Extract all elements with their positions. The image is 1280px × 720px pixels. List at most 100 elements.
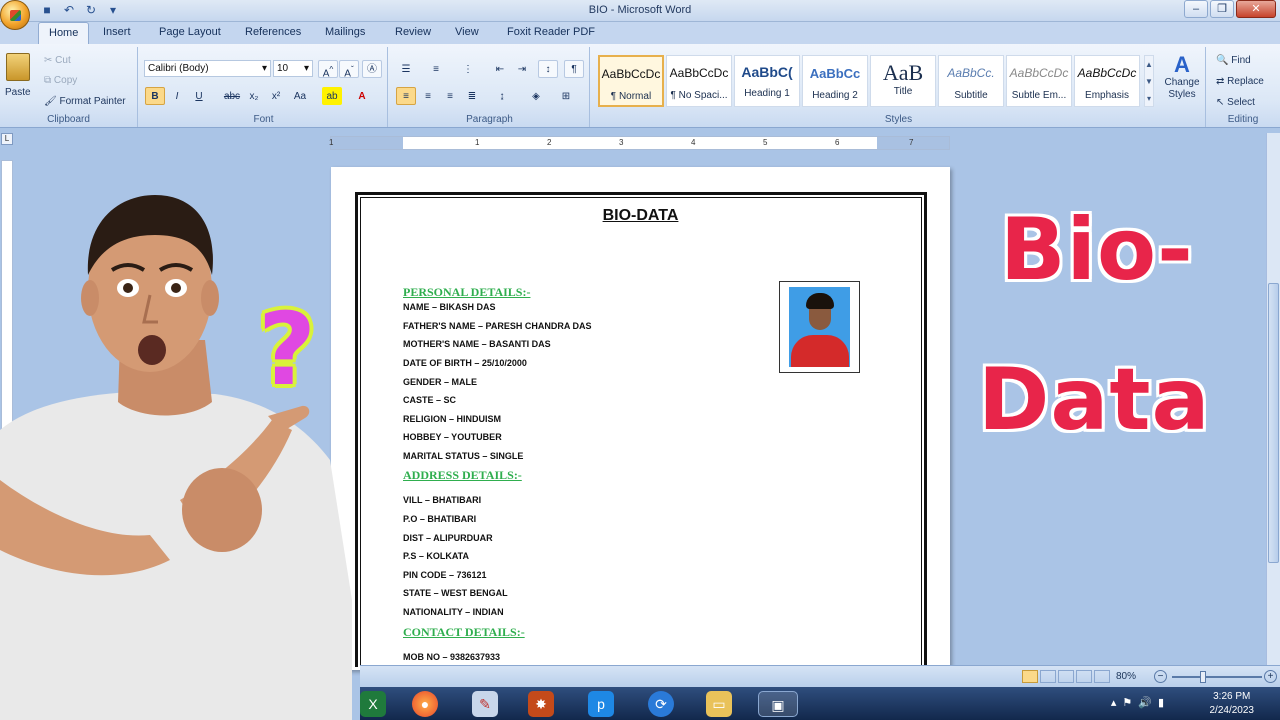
draft-icon[interactable] (1094, 670, 1110, 683)
sort-icon[interactable]: ↕ (538, 60, 558, 78)
styles-scroll[interactable]: ▲ ▼ ▾ (1144, 55, 1154, 107)
bullets-icon[interactable]: ☰ (396, 60, 416, 78)
paste-button[interactable]: Paste (5, 87, 31, 98)
tab-selector[interactable]: L (1, 133, 13, 145)
style-no-spacing[interactable]: AaBbCcDc ¶ No Spaci... (666, 55, 732, 107)
style-name: Emphasis (1085, 90, 1129, 101)
copy-label: Copy (53, 75, 78, 86)
scrollbar-thumb[interactable] (1268, 283, 1279, 563)
minimize-button[interactable]: – (1184, 0, 1208, 18)
style-subtle-emphasis[interactable]: AaBbCcDc Subtle Em... (1006, 55, 1072, 107)
italic-button[interactable]: I (167, 87, 187, 105)
restore-button[interactable]: ❐ (1210, 0, 1234, 18)
zoom-in-icon[interactable]: + (1264, 670, 1277, 683)
tab-review[interactable]: Review (395, 26, 431, 38)
system-tray[interactable]: ▴⚑🔊▮ (1111, 696, 1170, 709)
style-heading-1[interactable]: AaBbC( Heading 1 (734, 55, 800, 107)
tab-mailings[interactable]: Mailings (325, 26, 365, 38)
borders-icon[interactable]: ⊞ (556, 87, 576, 105)
change-styles-button[interactable]: A Change Styles (1162, 53, 1202, 101)
detail-line: STATE – WEST BENGAL (403, 588, 508, 598)
line-spacing-icon[interactable]: ↨ (492, 87, 512, 105)
picture-app-icon[interactable]: ▣ (758, 691, 798, 717)
network-icon[interactable]: ▮ (1158, 697, 1170, 709)
copy-button[interactable]: ⧉ Copy (44, 75, 77, 86)
multilevel-list-icon[interactable]: ⋮ (458, 60, 478, 78)
zoom-level[interactable]: 80% (1116, 671, 1136, 682)
style-normal[interactable]: AaBbCcDc ¶ Normal (598, 55, 664, 107)
detail-line: VILL – BHATIBARI (403, 495, 482, 505)
change-case-button[interactable]: Aa (290, 87, 310, 105)
full-screen-reading-icon[interactable] (1040, 670, 1056, 683)
paste-icon[interactable] (6, 53, 30, 81)
tray-up-icon[interactable]: ▴ (1111, 697, 1123, 709)
font-color-icon[interactable]: A (352, 87, 372, 105)
select-button[interactable]: ↖ Select (1216, 97, 1255, 108)
superscript-button[interactable]: x² (266, 87, 286, 105)
web-layout-icon[interactable] (1058, 670, 1074, 683)
format-painter-button[interactable]: 🖌 Format Painter (44, 96, 126, 107)
tab-page-layout[interactable]: Page Layout (159, 26, 221, 38)
volume-icon[interactable]: 🔊 (1138, 697, 1158, 709)
folder-icon[interactable]: ▭ (706, 691, 732, 717)
clock[interactable]: 3:26 PM 2/24/2023 (1210, 690, 1255, 718)
vertical-scrollbar[interactable] (1266, 133, 1280, 665)
style-title[interactable]: AaB Title (870, 55, 936, 107)
style-subtitle[interactable]: AaBbCc. Subtitle (938, 55, 1004, 107)
strikethrough-button[interactable]: abc (222, 87, 242, 105)
font-name-dropdown[interactable]: Calibri (Body) ▾ (144, 60, 271, 77)
outline-icon[interactable] (1076, 670, 1092, 683)
subscript-button[interactable]: x₂ (244, 87, 264, 105)
tab-references[interactable]: References (245, 26, 301, 38)
ribbon-tabs: Home Insert Page Layout References Maili… (0, 22, 1280, 44)
close-button[interactable]: ✕ (1236, 0, 1276, 18)
office-button[interactable] (0, 0, 30, 30)
tab-foxit-reader-pdf[interactable]: Foxit Reader PDF (507, 26, 595, 38)
paint-icon[interactable]: ✎ (472, 691, 498, 717)
ruler-number: 3 (619, 138, 624, 147)
underline-button[interactable]: U (189, 87, 209, 105)
cut-button[interactable]: ✂ Cut (44, 55, 71, 66)
recorder-icon[interactable]: ⟳ (648, 691, 674, 717)
increase-indent-icon[interactable]: ⇥ (512, 60, 532, 78)
horizontal-ruler[interactable]: 1 1 2 3 4 5 6 7 (329, 136, 950, 150)
zoom-slider-thumb[interactable] (1200, 671, 1206, 683)
justify-icon[interactable]: ≣ (462, 87, 482, 105)
bold-button[interactable]: B (145, 87, 165, 105)
show-marks-icon[interactable]: ¶ (564, 60, 584, 78)
shading-icon[interactable]: ◈ (526, 87, 546, 105)
app-p-icon[interactable]: p (588, 691, 614, 717)
replace-button[interactable]: ⇄ Replace (1216, 76, 1264, 87)
grow-font-button[interactable]: A^ (318, 60, 338, 79)
tab-insert[interactable]: Insert (103, 26, 131, 38)
firefox-icon[interactable]: ● (412, 691, 438, 717)
shrink-font-button[interactable]: Aˇ (339, 60, 359, 79)
flag-icon[interactable]: ⚑ (1122, 697, 1138, 709)
clock-date: 2/24/2023 (1209, 705, 1255, 716)
font-size-dropdown[interactable]: 10 ▾ (273, 60, 313, 77)
print-layout-icon[interactable] (1022, 670, 1038, 683)
find-button[interactable]: 🔍 Find (1216, 55, 1251, 66)
align-center-icon[interactable]: ≡ (418, 87, 438, 105)
style-heading-2[interactable]: AaBbCc Heading 2 (802, 55, 868, 107)
burn-icon[interactable]: ✸ (528, 691, 554, 717)
left-pupil (123, 283, 133, 293)
highlight-icon[interactable]: ab (322, 87, 342, 105)
align-left-icon[interactable]: ≡ (396, 87, 416, 105)
bio-overlay-text: Bio- (1000, 200, 1194, 300)
decrease-indent-icon[interactable]: ⇤ (490, 60, 510, 78)
style-name: Heading 1 (744, 88, 790, 99)
tab-home[interactable]: Home (38, 22, 90, 44)
numbering-icon[interactable]: ≡ (426, 60, 446, 78)
excel-icon[interactable]: X (360, 691, 386, 717)
font-size-value: 10 (277, 63, 289, 74)
style-emphasis[interactable]: AaBbCcDc Emphasis (1074, 55, 1140, 107)
clipboard-group: Paste ✂ Cut ⧉ Copy 🖌 Format Painter Clip… (0, 47, 138, 127)
view-buttons (1022, 670, 1110, 683)
align-right-icon[interactable]: ≡ (440, 87, 460, 105)
tab-view[interactable]: View (455, 26, 479, 38)
clear-formatting-button[interactable]: Ⓐ (362, 60, 382, 78)
zoom-out-icon[interactable]: − (1154, 670, 1167, 683)
document-page[interactable]: BIO-DATA PERSONAL DETAILS:- NAME – BIKAS… (331, 167, 950, 670)
zoom-slider[interactable] (1172, 676, 1262, 678)
